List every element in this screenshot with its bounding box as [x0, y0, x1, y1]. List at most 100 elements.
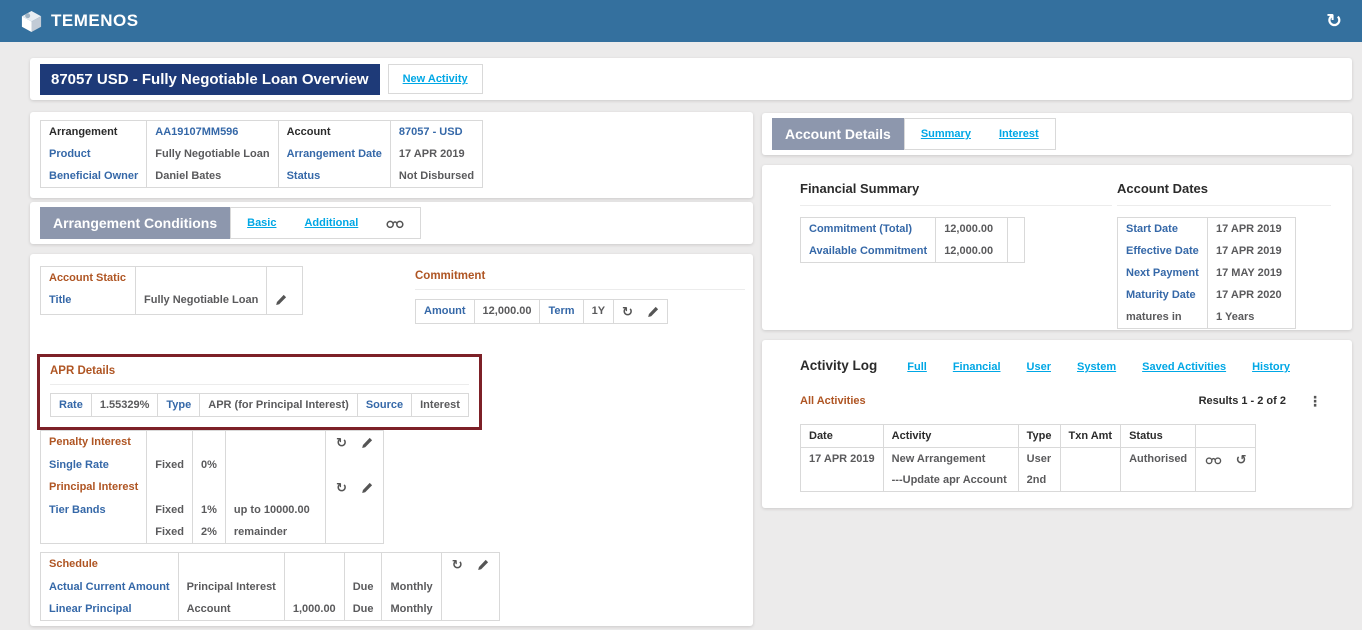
financial-summary-table: Commitment (Total) 12,000.00 Available C…	[800, 217, 1025, 263]
matures-in-label: matures in	[1118, 306, 1208, 329]
empty-cell	[1008, 218, 1025, 241]
refresh-icon[interactable]: ↻	[336, 436, 347, 449]
commitment-section: Commitment Amount 12,000.00 Term 1Y ↻	[415, 270, 745, 324]
tier-band-1-rate: 1%	[193, 499, 226, 521]
refresh-icon[interactable]: ↻	[336, 481, 347, 494]
empty-cell	[193, 431, 226, 455]
conditions-links-box: Basic Additional	[230, 207, 421, 239]
tab-basic[interactable]: Basic	[247, 217, 276, 229]
next-payment-value: 17 MAY 2019	[1208, 262, 1296, 284]
table-row: Penalty Interest ↻	[41, 431, 384, 455]
commitment-total-label: Commitment (Total)	[801, 218, 936, 241]
top-navbar: TEMENOS ↻	[0, 0, 1362, 42]
results-count: Results 1 - 2 of 2	[1199, 395, 1286, 407]
activity-actions-cell: ↺	[1196, 448, 1256, 492]
table-row: Rate 1.55329% Type APR (for Principal In…	[51, 394, 469, 417]
table-row: Maturity Date 17 APR 2020	[1118, 284, 1296, 306]
activity-log-header-row: Activity Log Full Financial User System …	[800, 358, 1290, 373]
arrangement-label: Arrangement	[41, 121, 147, 144]
filter-history[interactable]: History	[1252, 361, 1290, 373]
filter-user[interactable]: User	[1027, 361, 1051, 373]
financial-panel: Financial Summary Commitment (Total) 12,…	[762, 165, 1352, 330]
table-row: Commitment (Total) 12,000.00	[801, 218, 1025, 241]
single-rate-value: 0%	[193, 454, 226, 476]
type-label: Type	[158, 394, 200, 417]
kebab-menu-icon[interactable]: ⋮	[1308, 394, 1322, 408]
edit-pencil-icon[interactable]	[647, 306, 659, 318]
commitment-header: Commitment	[415, 270, 745, 290]
product-label: Product	[41, 143, 147, 165]
new-activity-link[interactable]: New Activity	[403, 73, 468, 85]
edit-pencil-icon[interactable]	[477, 559, 489, 571]
filter-financial[interactable]: Financial	[953, 361, 1001, 373]
account-label: Account	[278, 121, 390, 144]
temenos-brand: TEMENOS	[20, 10, 139, 33]
schedule-table: Schedule ↻ Actual Current Amount Princip…	[40, 552, 500, 621]
activity-type: User 2nd	[1018, 448, 1060, 492]
empty-cell	[136, 267, 267, 290]
col-date: Date	[801, 425, 884, 448]
tier-bands-label: Tier Bands	[41, 499, 147, 521]
arrangement-date-value: 17 APR 2019	[390, 143, 482, 165]
activity-date: 17 APR 2019	[801, 448, 884, 492]
arrangement-conditions-header: Arrangement Conditions Basic Additional	[30, 202, 753, 244]
activity-status: Authorised	[1121, 448, 1196, 492]
page: TEMENOS ↻ 87057 USD - Fully Negotiable L…	[0, 0, 1362, 630]
account-details-title: Account Details	[772, 118, 904, 150]
effective-date-value: 17 APR 2019	[1208, 240, 1296, 262]
schedule-row-type: Account	[178, 598, 284, 621]
tab-interest[interactable]: Interest	[999, 128, 1039, 140]
source-value: Interest	[412, 394, 469, 417]
page-title-bar: 87057 USD - Fully Negotiable Loan Overvi…	[30, 58, 1352, 100]
title-value: Fully Negotiable Loan	[136, 289, 267, 315]
apr-details-table: Rate 1.55329% Type APR (for Principal In…	[50, 393, 469, 417]
edit-pencil-icon[interactable]	[361, 437, 373, 449]
apr-details-header: APR Details	[50, 365, 469, 385]
view-glasses-icon[interactable]	[1205, 455, 1222, 465]
beneficial-owner-value: Daniel Bates	[147, 165, 278, 188]
arrangement-conditions-header-row: Arrangement Conditions Basic Additional	[40, 207, 421, 239]
edit-pencil-icon[interactable]	[275, 294, 287, 306]
next-payment-label: Next Payment	[1118, 262, 1208, 284]
single-rate-basis: Fixed	[147, 454, 193, 476]
tab-summary[interactable]: Summary	[921, 128, 971, 140]
refresh-icon[interactable]: ↻	[622, 305, 633, 318]
available-commitment-value: 12,000.00	[936, 240, 1008, 263]
tier-band-1-basis: Fixed	[147, 499, 193, 521]
reverse-refresh-icon[interactable]: ↺	[1236, 453, 1247, 466]
arrangement-id-link[interactable]: AA19107MM596	[147, 121, 278, 144]
account-static-table: Account Static Title Fully Negotiable Lo…	[40, 266, 303, 315]
filter-system[interactable]: System	[1077, 361, 1116, 373]
matures-in-value: 1 Years	[1208, 306, 1296, 329]
table-row: Schedule ↻	[41, 553, 500, 577]
table-row: matures in 1 Years	[1118, 306, 1296, 329]
table-row: Product Fully Negotiable Loan Arrangemen…	[41, 143, 483, 165]
page-title: 87057 USD - Fully Negotiable Loan Overvi…	[40, 64, 380, 95]
brand-text: TEMENOS	[51, 11, 139, 31]
filter-saved-activities[interactable]: Saved Activities	[1142, 361, 1226, 373]
schedule-row-amount	[284, 576, 344, 598]
empty-cell	[1008, 240, 1025, 263]
navbar-refresh-icon[interactable]: ↻	[1326, 12, 1342, 31]
arrangement-summary-table: Arrangement AA19107MM596 Account 87057 -…	[40, 120, 483, 188]
account-number-link[interactable]: 87057 - USD	[390, 121, 482, 144]
principal-interest-header: Principal Interest	[41, 476, 147, 499]
activity-type-line-1: User	[1027, 453, 1052, 465]
tab-additional[interactable]: Additional	[304, 217, 358, 229]
title-label: Title	[41, 289, 136, 315]
refresh-icon[interactable]: ↻	[452, 558, 463, 571]
table-row: Fixed 2% remainder	[41, 521, 384, 544]
filter-full[interactable]: Full	[907, 361, 927, 373]
edit-pencil-icon[interactable]	[361, 482, 373, 494]
beneficial-owner-label: Beneficial Owner	[41, 165, 147, 188]
term-label: Term	[540, 300, 583, 324]
schedule-header: Schedule	[41, 553, 179, 577]
tier-band-2-range: remainder	[225, 521, 325, 544]
activity-line-2: ---Update apr Account	[892, 474, 1010, 486]
table-row: Principal Interest ↻	[41, 476, 384, 499]
account-dates-header: Account Dates	[1117, 181, 1331, 206]
frequency-value: Monthly	[382, 598, 441, 621]
view-glasses-icon[interactable]	[386, 218, 404, 229]
actions-cell: ↻	[441, 553, 499, 577]
table-row: Arrangement AA19107MM596 Account 87057 -…	[41, 121, 483, 144]
